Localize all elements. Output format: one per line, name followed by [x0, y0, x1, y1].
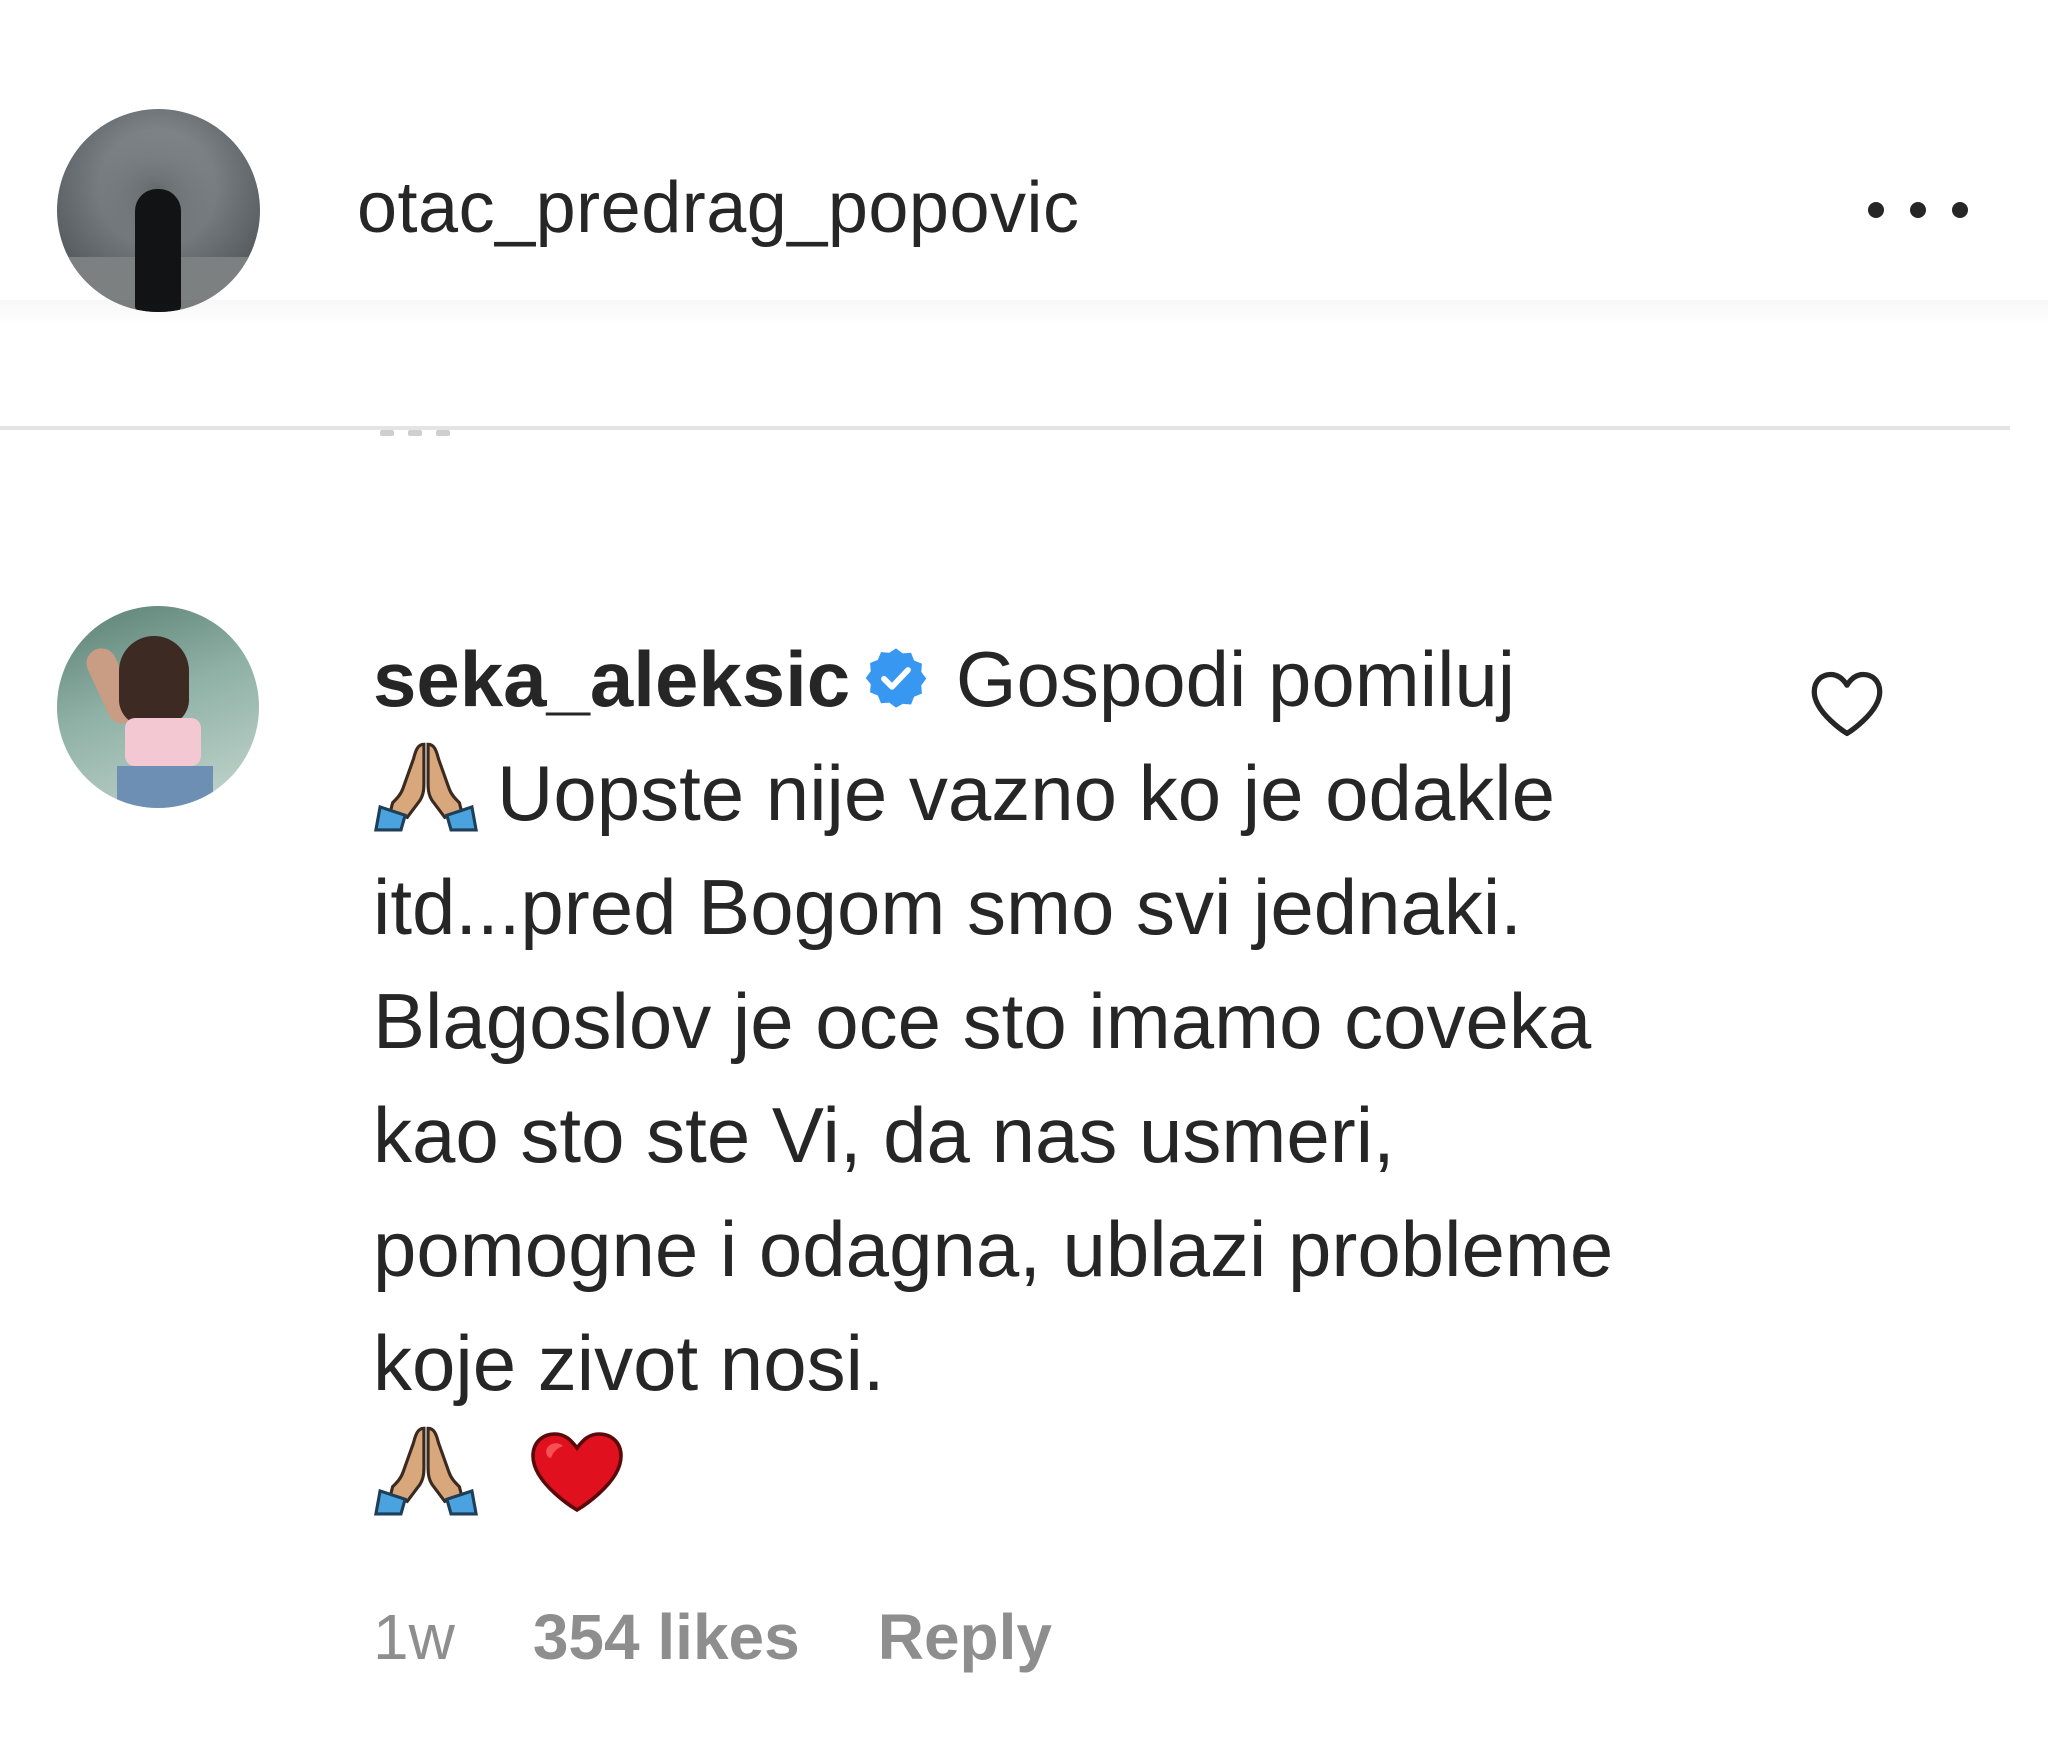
more-options-icon: [1868, 202, 1884, 218]
commenter-username[interactable]: seka_aleksic: [373, 635, 850, 723]
praying-hands-emoji: [374, 1426, 478, 1516]
verified-badge-icon: [865, 648, 927, 708]
comment-likes[interactable]: 354 likes: [533, 1605, 800, 1669]
more-options-button[interactable]: [1868, 190, 1968, 230]
reply-button[interactable]: Reply: [878, 1605, 1052, 1669]
comment-body: seka_aleksic Gospodi pomiluj Uopste nije…: [373, 622, 1653, 1534]
clipped-previous-content: [380, 430, 460, 442]
praying-hands-emoji: [374, 742, 478, 832]
header-shadow: [0, 300, 2048, 326]
poster-avatar[interactable]: [57, 109, 260, 312]
comment-text-part2: Uopste nije vazno ko je odakle itd...pre…: [373, 749, 1614, 1407]
post-header: otac_predrag_popovic: [0, 0, 2048, 430]
commenter-avatar[interactable]: [57, 606, 259, 808]
comment-meta: 1w 354 likes Reply: [373, 1605, 1052, 1669]
poster-username[interactable]: otac_predrag_popovic: [357, 172, 1080, 244]
red-heart-emoji: [531, 1432, 623, 1513]
comment-text-part1: Gospodi pomiluj: [955, 635, 1516, 723]
heart-outline-icon[interactable]: [1807, 668, 1887, 740]
more-options-icon-dot: [1910, 202, 1926, 218]
comment-time: 1w: [373, 1601, 455, 1673]
more-options-icon-dot: [1952, 202, 1968, 218]
